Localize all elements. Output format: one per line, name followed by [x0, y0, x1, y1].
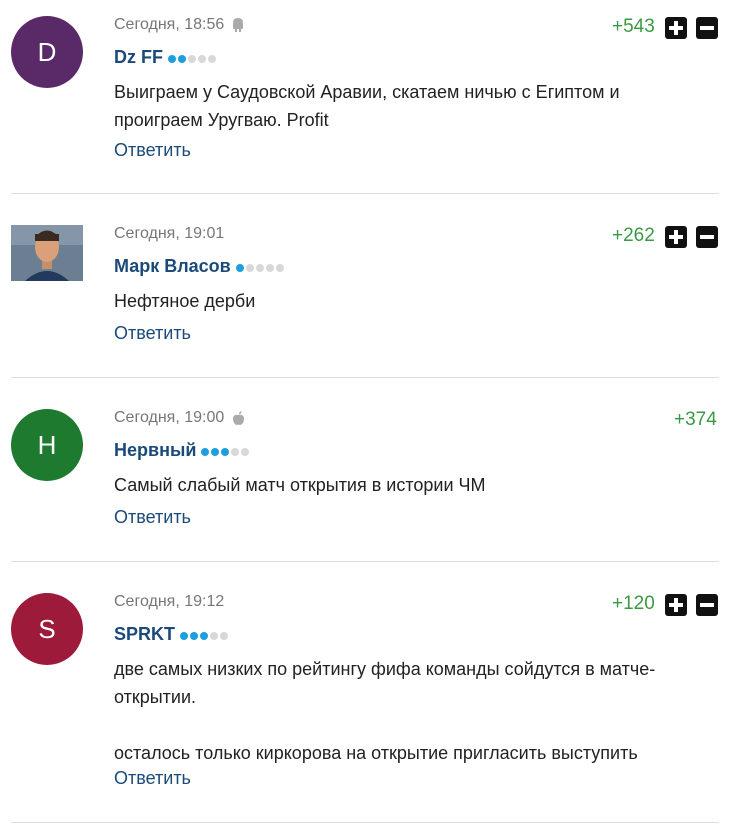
comment-text-line: две самых низких по рейтингу фифа команд…: [114, 659, 656, 679]
comment-text: Выиграем у Саудовской Аравии, скатаем ни…: [114, 78, 620, 134]
level-dot: [241, 447, 250, 456]
author-row: Нервный: [114, 440, 250, 461]
level-dot: [235, 263, 244, 272]
user-level-dots: [180, 631, 229, 640]
avatar[interactable]: S: [11, 593, 83, 665]
comment-text-line: Нефтяное дерби: [114, 291, 256, 311]
avatar[interactable]: D: [11, 16, 83, 88]
upvote-button[interactable]: [665, 17, 687, 39]
level-dot: [210, 631, 219, 640]
comment-text: Самый слабый матч открытия в истории ЧМ: [114, 471, 486, 499]
upvote-button[interactable]: [665, 226, 687, 248]
android-icon: [232, 18, 244, 32]
downvote-button[interactable]: [696, 594, 718, 616]
rating: +374: [674, 409, 717, 430]
level-dot: [275, 263, 284, 272]
comment-meta: Сегодня, 18:56: [114, 16, 244, 34]
level-dot: [198, 54, 206, 63]
reply-link[interactable]: Ответить: [114, 507, 191, 528]
divider: [11, 193, 719, 194]
comment-text-line: Выиграем у Саудовской Аравии, скатаем ни…: [114, 82, 620, 102]
comment-time: Сегодня, 18:56: [114, 16, 225, 33]
comment-text-line: проиграем Уругваю. Profit: [114, 110, 329, 130]
comment-time: Сегодня, 19:00: [114, 409, 225, 426]
avatar[interactable]: Н: [11, 409, 83, 481]
level-dot: [200, 631, 209, 640]
author-name[interactable]: Нервный: [114, 440, 196, 461]
level-dot: [231, 447, 240, 456]
level-dot: [208, 54, 216, 63]
rating: +543: [612, 16, 655, 37]
level-dot: [255, 263, 264, 272]
level-dot: [180, 631, 189, 640]
level-dot: [265, 263, 274, 272]
author-row: Марк Власов: [114, 256, 284, 277]
comment-meta: Сегодня, 19:01: [114, 225, 224, 243]
user-level-dots: [235, 263, 284, 272]
rating: +262: [612, 225, 655, 246]
comment-meta: Сегодня, 19:00: [114, 409, 245, 427]
user-level-dots: [201, 447, 250, 456]
divider: [11, 822, 719, 823]
avatar[interactable]: [11, 225, 83, 281]
divider: [11, 377, 719, 378]
level-dot: [221, 447, 230, 456]
apple-icon: [232, 410, 245, 426]
user-level-dots: [168, 54, 216, 63]
comment-text: две самых низких по рейтингу фифа команд…: [114, 655, 655, 767]
author-name[interactable]: SPRKT: [114, 624, 175, 645]
comment-text: Нефтяное дерби: [114, 287, 255, 315]
rating: +120: [612, 593, 655, 614]
comment-time: Сегодня, 19:01: [114, 225, 225, 242]
comment-text-line: [114, 711, 655, 739]
comment-text-line: осталось только киркорова на открытие пр…: [114, 743, 638, 763]
author-row: SPRKT: [114, 624, 229, 645]
comment-time: Сегодня, 19:12: [114, 593, 225, 610]
level-dot: [245, 263, 254, 272]
level-dot: [211, 447, 220, 456]
upvote-button[interactable]: [665, 594, 687, 616]
author-row: Dz FF: [114, 47, 216, 68]
level-dot: [220, 631, 229, 640]
level-dot: [168, 54, 176, 63]
level-dot: [190, 631, 199, 640]
comment-text-line: открытии.: [114, 687, 197, 707]
reply-link[interactable]: Ответить: [114, 768, 191, 789]
level-dot: [201, 447, 210, 456]
level-dot: [178, 54, 186, 63]
divider: [11, 561, 719, 562]
level-dot: [188, 54, 196, 63]
author-name[interactable]: Dz FF: [114, 47, 163, 68]
comment-meta: Сегодня, 19:12: [114, 593, 224, 611]
comment-text-line: Самый слабый матч открытия в истории ЧМ: [114, 475, 486, 495]
reply-link[interactable]: Ответить: [114, 323, 191, 344]
reply-link[interactable]: Ответить: [114, 140, 191, 161]
author-name[interactable]: Марк Власов: [114, 256, 231, 277]
downvote-button[interactable]: [696, 226, 718, 248]
downvote-button[interactable]: [696, 17, 718, 39]
